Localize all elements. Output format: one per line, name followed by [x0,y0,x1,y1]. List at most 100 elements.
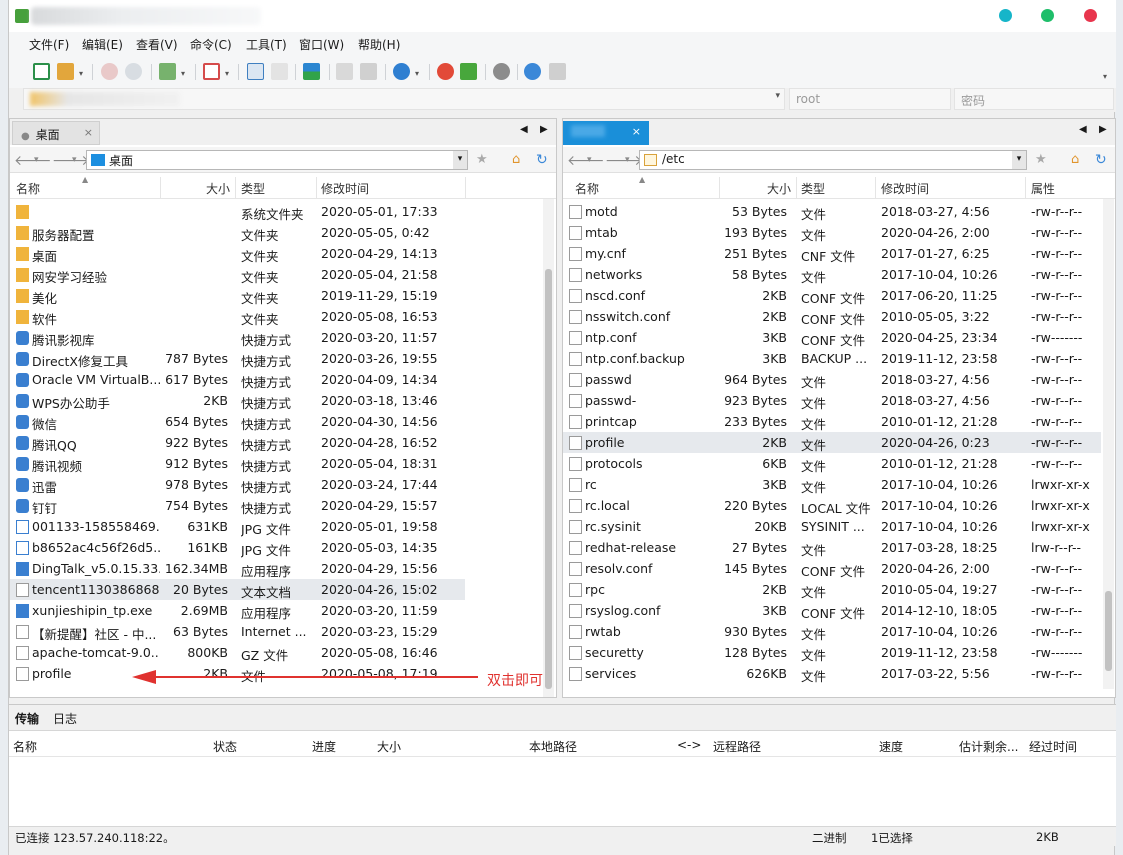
remote-tab[interactable]: × [563,121,649,145]
table-row[interactable]: 系统文件夹 2020-05-01, 17:33 [10,201,465,222]
table-row[interactable]: nscd.conf 2KB CONF 文件 2017-06-20, 11:25 -rw-… [563,285,1101,306]
chevron-down-icon[interactable]: ▾ [453,151,467,169]
table-row[interactable]: rwtab 930 Bytes 文件 2017-10-04, 10:26 -rw-r--… [563,621,1101,642]
forward-icon[interactable]: 🡒 [605,152,643,169]
table-row[interactable]: rpc 2KB 文件 2010-05-04, 19:27 -rw-r--r-- [563,579,1101,600]
menu-tools[interactable]: 工具(T) [246,36,287,53]
table-row[interactable]: 桌面 文件夹 2020-04-29, 14:13 [10,243,465,264]
table-row[interactable]: WPS办公助手 2KB 快捷方式 2020-03-18, 13:46 [10,390,465,411]
chevron-down-icon[interactable]: ▾ [775,91,780,101]
toolbar-overflow-icon[interactable]: ▾ [1103,72,1107,81]
col-size[interactable]: 大小 [377,738,401,755]
chevron-down-icon[interactable]: ▾ [72,155,77,165]
help-icon[interactable] [524,63,541,80]
table-row[interactable]: 腾讯视频 912 Bytes 快捷方式 2020-05-04, 18:31 [10,453,465,474]
globe-icon[interactable] [393,63,410,80]
col-size[interactable]: 大小 [206,180,230,197]
table-row[interactable]: profile 2KB 文件 2020-05-08, 17:19 [10,663,465,684]
table-row[interactable]: securetty 128 Bytes 文件 2019-11-12, 23:58 -rw… [563,642,1101,663]
col-elapsed[interactable]: 经过时间 [1029,738,1077,755]
col-local-path[interactable]: 本地路径 [529,738,577,755]
table-row[interactable]: 钉钉 754 Bytes 快捷方式 2020-04-29, 15:57 [10,495,465,516]
table-row[interactable]: profile 2KB 文件 2020-04-26, 0:23 -rw-r--r-- [563,432,1101,453]
table-row[interactable]: nsswitch.conf 2KB CONF 文件 2010-05-05, 3:22 -… [563,306,1101,327]
home-folder-icon[interactable]: ⌂ [512,152,520,167]
bookmark-star-icon[interactable]: ★ [476,152,488,167]
transfer-icon[interactable] [303,63,320,80]
chat-icon[interactable] [549,63,566,80]
table-row[interactable]: resolv.conf 145 Bytes CONF 文件 2020-04-26, 2… [563,558,1101,579]
upload-icon[interactable] [247,63,264,80]
close-tab-icon[interactable]: × [632,125,641,138]
table-row[interactable]: passwd 964 Bytes 文件 2018-03-27, 4:56 -rw-r--… [563,369,1101,390]
table-row[interactable]: Oracle VM VirtualB... 617 Bytes 快捷方式 2020-0… [10,369,465,390]
scrollbar-thumb[interactable] [1105,591,1112,671]
table-row[interactable]: 网安学习经验 文件夹 2020-05-04, 21:58 [10,264,465,285]
table-row[interactable]: ntp.conf.backup 3KB BACKUP ... 2019-11-12, … [563,348,1101,369]
chevron-down-icon[interactable]: ▾ [415,69,419,78]
table-row[interactable]: protocols 6KB 文件 2010-01-12, 21:28 -rw-r--r-… [563,453,1101,474]
table-row[interactable]: my.cnf 251 Bytes CNF 文件 2017-01-27, 6:25 -rw… [563,243,1101,264]
table-row[interactable]: mtab 193 Bytes 文件 2020-04-26, 2:00 -rw-r--r-… [563,222,1101,243]
col-type[interactable]: 类型 [241,180,265,197]
back-icon[interactable]: 🡐 [567,152,605,169]
table-row[interactable]: 腾讯QQ 922 Bytes 快捷方式 2020-04-28, 16:52 [10,432,465,453]
minimize-button[interactable] [999,9,1012,22]
host-field[interactable]: ▾ [23,88,785,110]
local-path-input[interactable]: 桌面 ▾ [86,150,468,170]
table-row[interactable]: rc 3KB 文件 2017-10-04, 10:26 lrwxr-xr-x [563,474,1101,495]
terminal-icon[interactable] [203,63,220,80]
chevron-down-icon[interactable]: ▾ [181,69,185,78]
chevron-down-icon[interactable]: ▾ [225,69,229,78]
col-modified[interactable]: 修改时间 [881,180,929,197]
menu-view[interactable]: 查看(V) [136,36,178,53]
table-row[interactable]: 腾讯影视库 快捷方式 2020-03-20, 11:57 [10,327,465,348]
col-name[interactable]: 名称 [13,738,37,755]
connect-icon[interactable] [101,63,118,80]
open-folder-icon[interactable] [57,63,74,80]
table-row[interactable]: rc.local 220 Bytes LOCAL 文件 2017-10-04, 10:… [563,495,1101,516]
tab-prev-icon[interactable]: ◀ [1079,124,1087,135]
table-row[interactable]: xunjieshipin_tp.exe 2.69MB 应用程序 2020-03-20,… [10,600,465,621]
col-speed[interactable]: 速度 [879,738,903,755]
table-row[interactable]: 【新提醒】社区 - 中... 63 Bytes Internet ... 2020-0… [10,621,465,642]
app-icon[interactable] [460,63,477,80]
menu-file[interactable]: 文件(F) [29,36,69,53]
col-type[interactable]: 类型 [801,180,825,197]
maximize-button[interactable] [1041,9,1054,22]
col-direction[interactable]: <-> [677,738,701,752]
table-row[interactable]: 服务器配置 文件夹 2020-05-05, 0:42 [10,222,465,243]
table-row[interactable]: ntp.conf 3KB CONF 文件 2020-04-25, 23:34 -rw--… [563,327,1101,348]
forward-icon[interactable]: 🡒 [52,152,90,169]
table-row[interactable]: motd 53 Bytes 文件 2018-03-27, 4:56 -rw-r--r-- [563,201,1101,222]
table-row[interactable]: DirectX修复工具 787 Bytes 快捷方式 2020-03-26, 19:5… [10,348,465,369]
new-connection-icon[interactable] [33,63,50,80]
menu-help[interactable]: 帮助(H) [358,36,400,53]
menu-command[interactable]: 命令(C) [190,36,232,53]
table-row[interactable]: networks 58 Bytes 文件 2017-10-04, 10:26 -rw-r… [563,264,1101,285]
local-tab[interactable]: ● 桌面 × [12,121,100,145]
download-icon[interactable] [271,63,288,80]
table-row[interactable]: passwd- 923 Bytes 文件 2018-03-27, 4:56 -rw-r-… [563,390,1101,411]
tab-log[interactable]: 日志 [53,710,77,727]
username-field[interactable]: root [789,88,951,110]
bookmark-star-icon[interactable]: ★ [1035,152,1047,167]
table-row[interactable]: tencent1130386868... 20 Bytes 文本文档 2020-04-… [10,579,465,600]
chevron-down-icon[interactable]: ▾ [1012,151,1026,169]
disconnect-icon[interactable] [125,63,142,80]
table-row[interactable]: 001133-158558469... 631KB JPG 文件 2020-05-01… [10,516,465,537]
table-row[interactable]: rc.sysinit 20KB SYSINIT ... 2017-10-04, 10:… [563,516,1101,537]
menu-edit[interactable]: 编辑(E) [82,36,123,53]
table-row[interactable]: rsyslog.conf 3KB CONF 文件 2014-12-10, 18:05 -… [563,600,1101,621]
sync-icon[interactable] [159,63,176,80]
tab-transfer[interactable]: 传输 [15,710,39,727]
table-row[interactable]: DingTalk_v5.0.15.33... 162.34MB 应用程序 2020-0… [10,558,465,579]
chevron-down-icon[interactable]: ▾ [587,155,592,165]
table-row[interactable]: 软件 文件夹 2020-05-08, 16:53 [10,306,465,327]
col-status[interactable]: 状态 [213,738,237,755]
table-row[interactable]: apache-tomcat-9.0.... 800KB GZ 文件 2020-05-0… [10,642,465,663]
tab-next-icon[interactable]: ▶ [1099,124,1107,135]
local-scrollbar[interactable] [543,199,554,697]
close-button[interactable] [1084,9,1097,22]
table-row[interactable]: b8652ac4c56f26d5... 161KB JPG 文件 2020-05-03… [10,537,465,558]
